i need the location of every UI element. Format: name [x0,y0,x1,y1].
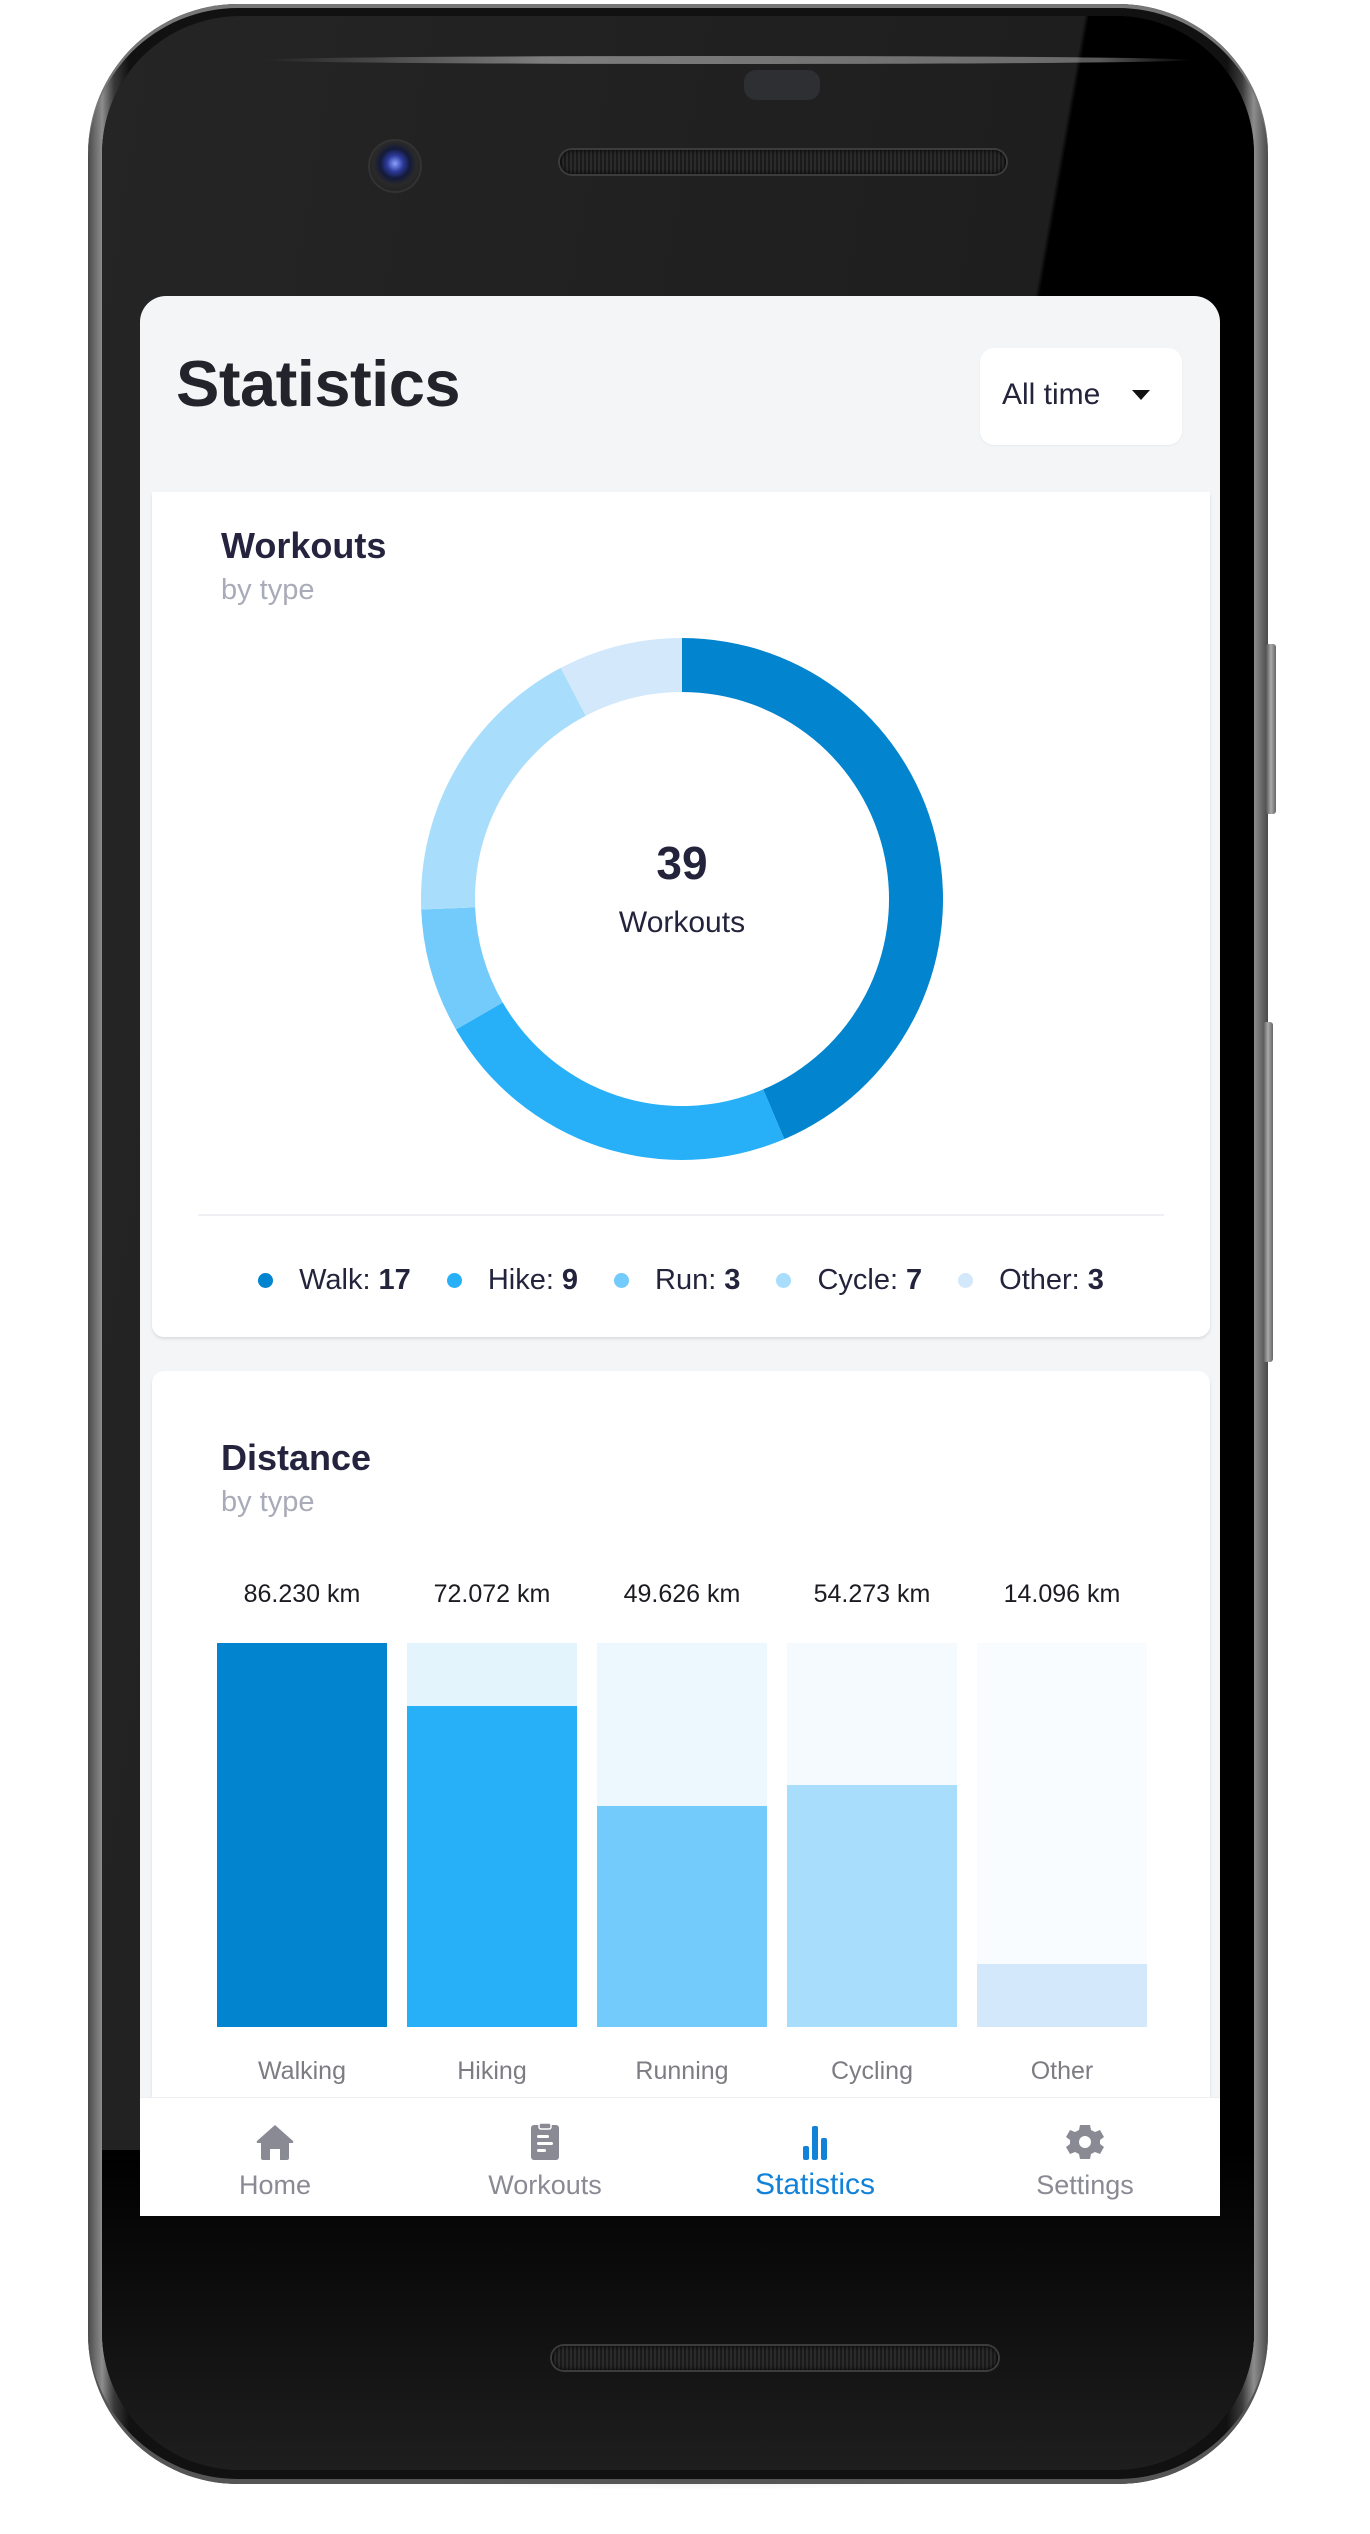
volume-button [1263,1022,1273,1362]
bar-track-other [977,1643,1147,2027]
front-camera-icon [370,141,420,191]
legend-label-other: Other: [999,1264,1080,1296]
bar-track-running [597,1643,767,2027]
bar-value-label-hiking: 72.072 km [433,1580,551,1608]
legend-label-cycle: Cycle: [817,1264,899,1296]
legend-dot-hike [446,1273,462,1288]
bar-track-walking [217,1643,387,2027]
bar-other [977,1964,1147,2027]
bottom-navigation: Home Workouts Statistics Settings [140,2097,1220,2216]
legend-label-walk: Walk: [299,1264,371,1296]
legend-item-walk: Walk: 17 [258,1264,411,1297]
time-range-dropdown[interactable]: All time [980,348,1182,445]
bar-hiking [407,1706,577,2027]
legend-dot-run [614,1273,630,1288]
legend-value-run: 3 [724,1264,741,1296]
gear-icon [1066,2125,1104,2159]
legend-dot-other [958,1273,974,1288]
nav-label-statistics: Statistics [754,2168,876,2201]
donut-center: 39 Workouts [421,638,943,1160]
workouts-donut-chart: 39 Workouts [421,638,943,1160]
bar-value-label-walking: 86.230 km [243,1580,361,1608]
clipboard-icon [531,2122,559,2160]
legend-label-hike: Hike: [487,1264,554,1296]
legend-label-run: Run: [655,1264,717,1296]
app-screen: Statistics All time Workouts by type 39 … [140,296,1220,2216]
nav-item-home[interactable]: Home [140,2098,410,2216]
bar-category-label-cycling: Cycling [831,2057,913,2085]
bottom-speaker [552,2346,998,2370]
frame-highlight [262,56,1192,64]
bar-walking [217,1643,387,2027]
earpiece-speaker [560,150,1006,174]
distance-card: Distance by type 86.230 km Walking 72.072 … [152,1371,1210,2131]
time-range-value: All time [1002,378,1101,411]
workouts-card: Workouts by type 39 Workouts Walk: 17 Hi… [152,492,1210,1337]
nav-label-settings: Settings [1036,2170,1134,2200]
bar-track-hiking [407,1643,577,2027]
app-header: Statistics All time [140,296,1220,492]
bar-value-label-cycling: 54.273 km [813,1580,931,1608]
legend-value-walk: 17 [378,1264,411,1296]
proximity-sensor [744,70,820,100]
nav-label-workouts: Workouts [488,2170,602,2200]
nav-item-statistics[interactable]: Statistics [680,2098,950,2216]
nav-item-settings[interactable]: Settings [950,2098,1220,2216]
bar-value-label-other: 14.096 km [1003,1580,1121,1608]
nav-item-workouts[interactable]: Workouts [410,2098,680,2216]
legend-dot-walk [258,1273,274,1288]
bar-cycling [787,1785,957,2027]
legend-value-other: 3 [1087,1264,1104,1296]
bar-chart-icon [803,2126,827,2160]
caret-down-icon [1132,390,1150,400]
legend-item-run: Run: 3 [614,1264,740,1297]
workouts-card-subtitle: by type [221,574,315,606]
donut-total-label: Workouts [618,906,746,939]
workouts-card-title: Workouts [221,525,387,566]
bar-category-label-hiking: Hiking [457,2057,527,2085]
legend-dot-cycle [776,1273,792,1288]
home-icon [256,2125,294,2160]
bar-category-label-walking: Walking [258,2057,346,2085]
nav-label-home: Home [238,2170,312,2200]
legend-divider [198,1214,1164,1216]
power-button [1266,644,1276,814]
donut-total-value: 39 [656,837,708,889]
legend-item-cycle: Cycle: 7 [776,1264,922,1297]
bar-running [597,1806,767,2027]
legend-item-hike: Hike: 9 [446,1264,579,1297]
distance-bar-chart: 86.230 km Walking 72.072 km Hiking 49.626 km… [152,1371,1210,2131]
bar-value-label-running: 49.626 km [623,1580,741,1608]
workouts-legend: Walk: 17 Hike: 9 Run: 3 Cycle: 7 Other: [152,1264,1210,1297]
legend-value-hike: 9 [561,1264,579,1296]
bar-category-label-other: Other [1030,2057,1094,2085]
legend-item-other: Other: 3 [958,1264,1104,1297]
bar-category-label-running: Running [635,2057,729,2085]
legend-value-cycle: 7 [906,1264,923,1296]
page-title: Statistics [176,347,461,420]
bar-track-cycling [787,1643,957,2027]
